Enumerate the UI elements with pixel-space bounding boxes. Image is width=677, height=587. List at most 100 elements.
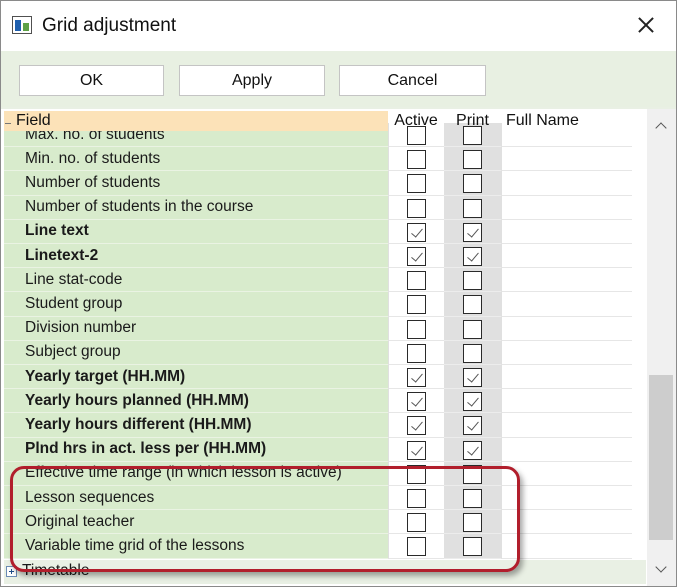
grid-adjustment-dialog: Grid adjustment OK Apply Cancel Max. no.… (0, 0, 677, 587)
active-cell (388, 340, 444, 365)
print-cell (444, 219, 501, 244)
grid-rows: Max. no. of students Min. no. of students… (1, 109, 646, 586)
active-cell (388, 437, 444, 462)
active-checkbox[interactable] (407, 247, 426, 266)
print-checkbox[interactable] (463, 416, 482, 436)
print-checkbox[interactable] (463, 440, 482, 460)
print-cell (444, 389, 501, 414)
active-checkbox[interactable] (407, 440, 426, 460)
print-checkbox[interactable] (463, 174, 482, 194)
grid-header: Field Active Print Full Name (1, 111, 646, 131)
field-label[interactable]: Number of students in the course (4, 195, 388, 220)
field-label[interactable]: Line stat-code (4, 268, 388, 293)
full-name-cell[interactable] (501, 534, 632, 559)
field-label[interactable]: Number of students (4, 171, 388, 196)
active-checkbox[interactable] (407, 271, 426, 291)
group-row-timetable[interactable]: Timetable (4, 560, 646, 584)
print-checkbox[interactable] (463, 150, 482, 170)
full-name-cell[interactable] (501, 244, 632, 269)
field-label[interactable]: Yearly hours different (HH.MM) (4, 413, 388, 438)
field-label[interactable]: Variable time grid of the lessons (4, 534, 388, 559)
field-label[interactable]: Linetext-2 (4, 244, 388, 269)
active-checkbox[interactable] (407, 222, 426, 242)
active-checkbox[interactable] (407, 464, 426, 484)
active-checkbox[interactable] (407, 392, 426, 412)
field-label[interactable]: Yearly target (HH.MM) (4, 365, 388, 390)
full-name-cell[interactable] (501, 316, 632, 341)
full-name-cell[interactable] (501, 389, 632, 414)
active-cell (388, 147, 444, 172)
print-checkbox[interactable] (463, 319, 482, 339)
field-label[interactable]: Yearly hours planned (HH.MM) (4, 389, 388, 414)
full-name-cell[interactable] (501, 340, 632, 365)
field-label[interactable]: Subject group (4, 340, 388, 365)
print-checkbox[interactable] (463, 537, 482, 557)
collapse-icon[interactable] (5, 123, 11, 124)
print-checkbox[interactable] (463, 198, 482, 218)
print-checkbox[interactable] (463, 271, 482, 291)
active-cell (388, 316, 444, 341)
full-name-cell[interactable] (501, 437, 632, 462)
active-checkbox[interactable] (407, 513, 426, 533)
full-name-cell[interactable] (501, 268, 632, 293)
active-checkbox[interactable] (407, 537, 426, 557)
print-checkbox[interactable] (463, 489, 482, 508)
column-header-active[interactable]: Active (388, 111, 444, 131)
field-label[interactable]: Division number (4, 316, 388, 341)
active-checkbox[interactable] (407, 198, 426, 218)
field-label[interactable]: Effective time range (in which lesson is… (4, 461, 388, 486)
field-label[interactable]: Plnd hrs in act. less per (HH.MM) (4, 437, 388, 462)
apply-button[interactable]: Apply (179, 65, 325, 96)
field-label[interactable]: Lesson sequences (4, 486, 388, 511)
print-cell (444, 292, 501, 317)
full-name-cell[interactable] (501, 195, 632, 220)
full-name-cell[interactable] (501, 147, 632, 172)
print-cell (444, 437, 501, 462)
active-checkbox[interactable] (407, 416, 426, 436)
active-checkbox[interactable] (407, 343, 426, 363)
full-name-cell[interactable] (501, 486, 632, 511)
column-header-full-name[interactable]: Full Name (501, 111, 632, 131)
print-checkbox[interactable] (463, 368, 482, 387)
print-cell (444, 147, 501, 172)
full-name-cell[interactable] (501, 219, 632, 244)
full-name-cell[interactable] (501, 171, 632, 196)
active-checkbox[interactable] (407, 295, 426, 315)
column-header-print[interactable]: Print (444, 111, 501, 131)
scroll-up-icon[interactable] (647, 112, 676, 140)
full-name-cell[interactable] (501, 365, 632, 390)
field-grid: Max. no. of students Min. no. of students… (1, 109, 676, 586)
active-checkbox[interactable] (407, 368, 426, 387)
field-label[interactable]: Min. no. of students (4, 147, 388, 172)
scroll-down-icon[interactable] (647, 557, 676, 585)
ok-button[interactable]: OK (19, 65, 164, 96)
active-checkbox[interactable] (407, 319, 426, 339)
print-checkbox[interactable] (463, 464, 482, 484)
print-checkbox[interactable] (463, 247, 482, 266)
full-name-cell[interactable] (501, 510, 632, 535)
active-cell (388, 292, 444, 317)
full-name-cell[interactable] (501, 413, 632, 438)
active-checkbox[interactable] (407, 174, 426, 194)
print-checkbox[interactable] (463, 513, 482, 533)
active-cell (388, 244, 444, 269)
column-header-field[interactable]: Field (4, 111, 388, 131)
field-label[interactable]: Student group (4, 292, 388, 317)
print-checkbox[interactable] (463, 392, 482, 412)
field-label[interactable]: Original teacher (4, 510, 388, 535)
full-name-cell[interactable] (501, 461, 632, 486)
print-checkbox[interactable] (463, 295, 482, 315)
field-label[interactable]: Line text (4, 219, 388, 244)
active-checkbox[interactable] (407, 489, 426, 508)
close-icon[interactable] (621, 3, 671, 47)
plus-icon[interactable] (6, 566, 17, 577)
cancel-button[interactable]: Cancel (339, 65, 486, 96)
window-title: Grid adjustment (42, 15, 177, 36)
print-checkbox[interactable] (463, 343, 482, 363)
print-cell (444, 195, 501, 220)
full-name-cell[interactable] (501, 292, 632, 317)
vertical-scrollbar[interactable] (647, 109, 676, 586)
active-checkbox[interactable] (407, 150, 426, 170)
scroll-thumb[interactable] (649, 375, 673, 540)
print-checkbox[interactable] (463, 222, 482, 242)
